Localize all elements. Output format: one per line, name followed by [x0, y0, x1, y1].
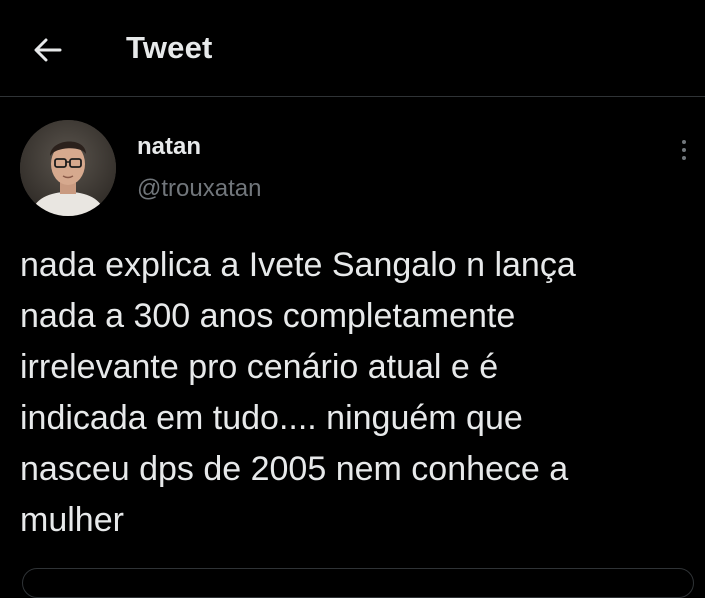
embedded-card[interactable]: [22, 568, 694, 598]
author-display-name[interactable]: natan: [137, 133, 201, 161]
top-app-bar: Tweet: [0, 0, 705, 97]
arrow-left-icon: [34, 38, 62, 62]
avatar[interactable]: [20, 120, 116, 216]
more-vertical-icon: [682, 140, 686, 144]
more-options-button[interactable]: [670, 132, 698, 168]
more-vertical-icon: [682, 148, 686, 152]
page-title: Tweet: [126, 30, 213, 65]
more-vertical-icon: [682, 156, 686, 160]
tweet-text: nada explica a Ivete Sangalo n lança nad…: [20, 246, 576, 539]
author-handle[interactable]: @trouxatan: [137, 175, 261, 203]
profile-photo: [20, 120, 116, 216]
back-button[interactable]: [28, 30, 68, 70]
